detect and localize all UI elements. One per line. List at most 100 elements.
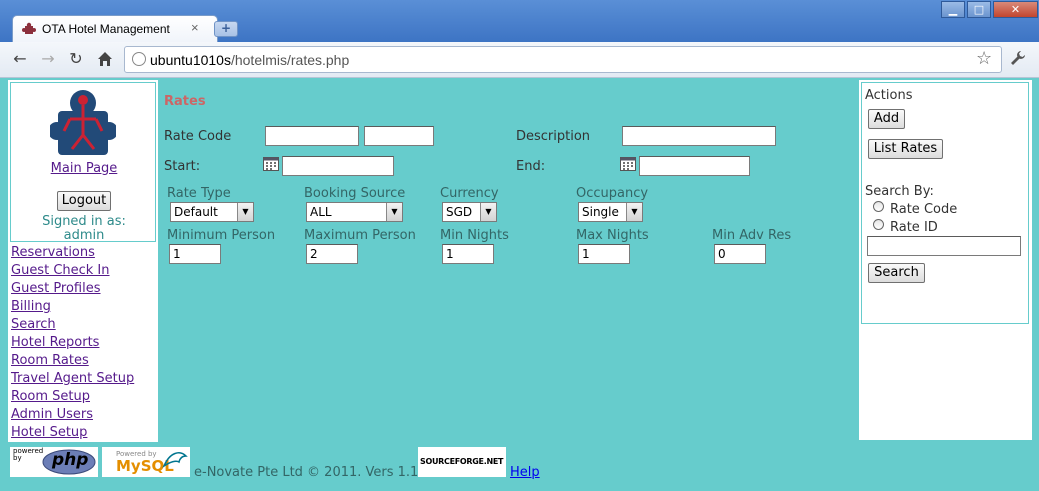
forward-arrow-icon[interactable]: →	[37, 48, 59, 70]
description-label: Description	[516, 129, 591, 144]
signed-in-user: admin	[63, 228, 105, 243]
min-adv-res-input[interactable]: 0	[714, 244, 766, 264]
calendar-icon[interactable]	[620, 156, 636, 171]
nav-link-room-setup[interactable]: Room Setup	[11, 389, 90, 404]
sourceforge-badge-text: SOURCEFORGE.NET	[420, 457, 504, 466]
rate-code-suffix-input[interactable]	[364, 126, 434, 146]
rate-type-value: Default	[174, 205, 218, 219]
currency-label: Currency	[440, 186, 499, 201]
chevron-down-icon: ▼	[237, 203, 253, 221]
occupancy-label: Occupancy	[576, 186, 649, 201]
end-date-input[interactable]	[639, 156, 750, 176]
rate-id-radio[interactable]	[873, 219, 884, 230]
rate-code-radio[interactable]	[873, 201, 884, 212]
min-nights-input[interactable]: 1	[442, 244, 494, 264]
max-person-label: Maximum Person	[304, 228, 416, 243]
minimize-button[interactable]: ▁	[941, 1, 965, 18]
booking-source-select[interactable]: ALL ▼	[306, 202, 403, 222]
max-nights-label: Max Nights	[576, 228, 649, 243]
chevron-down-icon: ▼	[386, 203, 402, 221]
maximize-button[interactable]: □	[967, 1, 991, 18]
new-tab-button[interactable]: +	[214, 21, 238, 37]
user-box: Main Page Logout Signed in as: admin	[10, 82, 157, 243]
calendar-icon[interactable]	[263, 156, 279, 171]
nav-link-billing[interactable]: Billing	[11, 299, 51, 314]
php-badge-small: powered by	[13, 447, 44, 462]
powered-by-php-badge: powered by php	[10, 447, 98, 477]
copyright-text: e-Novate Pte Ltd © 2011. Vers 1.1	[194, 465, 419, 480]
search-input[interactable]	[867, 236, 1021, 256]
php-badge-text: php	[52, 450, 89, 470]
signed-in-label: Signed in as:	[42, 214, 126, 229]
rate-code-input[interactable]	[265, 126, 359, 146]
page-body: Main Page Logout Signed in as: admin Res…	[0, 78, 1039, 491]
booking-source-value: ALL	[310, 205, 332, 219]
min-person-label: Minimum Person	[167, 228, 276, 243]
actions-box: Actions Add List Rates Search By: Rate C…	[861, 82, 1029, 324]
nav-link-search[interactable]: Search	[11, 317, 56, 332]
star-icon[interactable]: ☆	[976, 48, 992, 69]
powered-by-mysql-badge: Powered by MySQL	[102, 447, 190, 477]
search-by-label: Search By:	[865, 184, 934, 199]
reload-icon[interactable]: ↻	[65, 48, 87, 70]
add-button[interactable]: Add	[868, 109, 905, 129]
rate-code-option-label: Rate Code	[890, 202, 958, 217]
signed-in-status: Signed in as: admin	[11, 215, 157, 243]
nav-link-reservations[interactable]: Reservations	[11, 245, 95, 260]
booking-source-label: Booking Source	[304, 186, 406, 201]
currency-select[interactable]: SGD ▼	[442, 202, 497, 222]
help-link[interactable]: Help	[510, 465, 540, 480]
nav-link-travel-agent-setup[interactable]: Travel Agent Setup	[11, 371, 134, 386]
search-button[interactable]: Search	[868, 263, 925, 283]
page-title: Rates	[164, 94, 206, 109]
rate-type-label: Rate Type	[167, 186, 231, 201]
min-person-input[interactable]: 1	[169, 244, 221, 264]
dolphin-icon	[162, 452, 188, 469]
browser-toolbar: ← → ↻ ubuntu1010s/hotelmis/rates.php ☆	[0, 42, 1039, 78]
actions-title: Actions	[865, 88, 913, 103]
nav-link-hotel-setup[interactable]: Hotel Setup	[11, 425, 87, 440]
rate-type-select[interactable]: Default ▼	[170, 202, 254, 222]
rate-id-option-label: Rate ID	[890, 220, 938, 235]
start-label: Start:	[164, 159, 201, 174]
chevron-down-icon: ▼	[480, 203, 496, 221]
puzzle-icon	[22, 22, 36, 34]
sourceforge-badge[interactable]: SOURCEFORGE.NET	[418, 447, 506, 477]
min-nights-label: Min Nights	[440, 228, 509, 243]
nav-link-guest-check-in[interactable]: Guest Check In	[11, 263, 110, 278]
list-rates-button[interactable]: List Rates	[868, 139, 943, 159]
home-icon[interactable]	[96, 50, 114, 68]
browser-tab[interactable]: OTA Hotel Management ×	[12, 15, 218, 43]
currency-value: SGD	[446, 205, 473, 219]
nav-link-guest-profiles[interactable]: Guest Profiles	[11, 281, 101, 296]
url-path: /hotelmis/rates.php	[230, 52, 350, 68]
back-arrow-icon[interactable]: ←	[9, 48, 31, 70]
left-sidebar: Main Page Logout Signed in as: admin Res…	[8, 80, 158, 442]
logout-button[interactable]: Logout	[57, 191, 111, 211]
main-page-link[interactable]: Main Page	[11, 161, 157, 176]
window-close-button[interactable]: ✕	[993, 1, 1038, 18]
description-input[interactable]	[622, 126, 776, 146]
max-nights-input[interactable]: 1	[578, 244, 630, 264]
browser-titlebar: OTA Hotel Management × + ▁ □ ✕	[0, 0, 1039, 43]
url-text[interactable]: ubuntu1010s/hotelmis/rates.php	[150, 52, 349, 68]
max-person-input[interactable]: 2	[306, 244, 358, 264]
nav-link-admin-users[interactable]: Admin Users	[11, 407, 93, 422]
start-date-input[interactable]	[282, 156, 394, 176]
address-bar[interactable]: ubuntu1010s/hotelmis/rates.php	[124, 46, 1002, 73]
url-host: ubuntu1010s	[150, 52, 231, 68]
occupancy-select[interactable]: Single ▼	[578, 202, 643, 222]
actions-panel: Actions Add List Rates Search By: Rate C…	[859, 80, 1032, 440]
end-label: End:	[516, 159, 546, 174]
rate-code-label: Rate Code	[164, 129, 232, 144]
nav-link-hotel-reports[interactable]: Hotel Reports	[11, 335, 99, 350]
wrench-icon[interactable]	[1009, 49, 1027, 67]
hotel-logo-icon	[50, 90, 116, 155]
chevron-down-icon: ▼	[626, 203, 642, 221]
min-adv-res-label: Min Adv Res	[712, 228, 792, 243]
tab-title: OTA Hotel Management	[42, 22, 170, 36]
occupancy-value: Single	[582, 205, 619, 219]
nav-link-room-rates[interactable]: Room Rates	[11, 353, 89, 368]
globe-icon	[132, 52, 146, 66]
close-icon[interactable]: ×	[191, 20, 199, 35]
